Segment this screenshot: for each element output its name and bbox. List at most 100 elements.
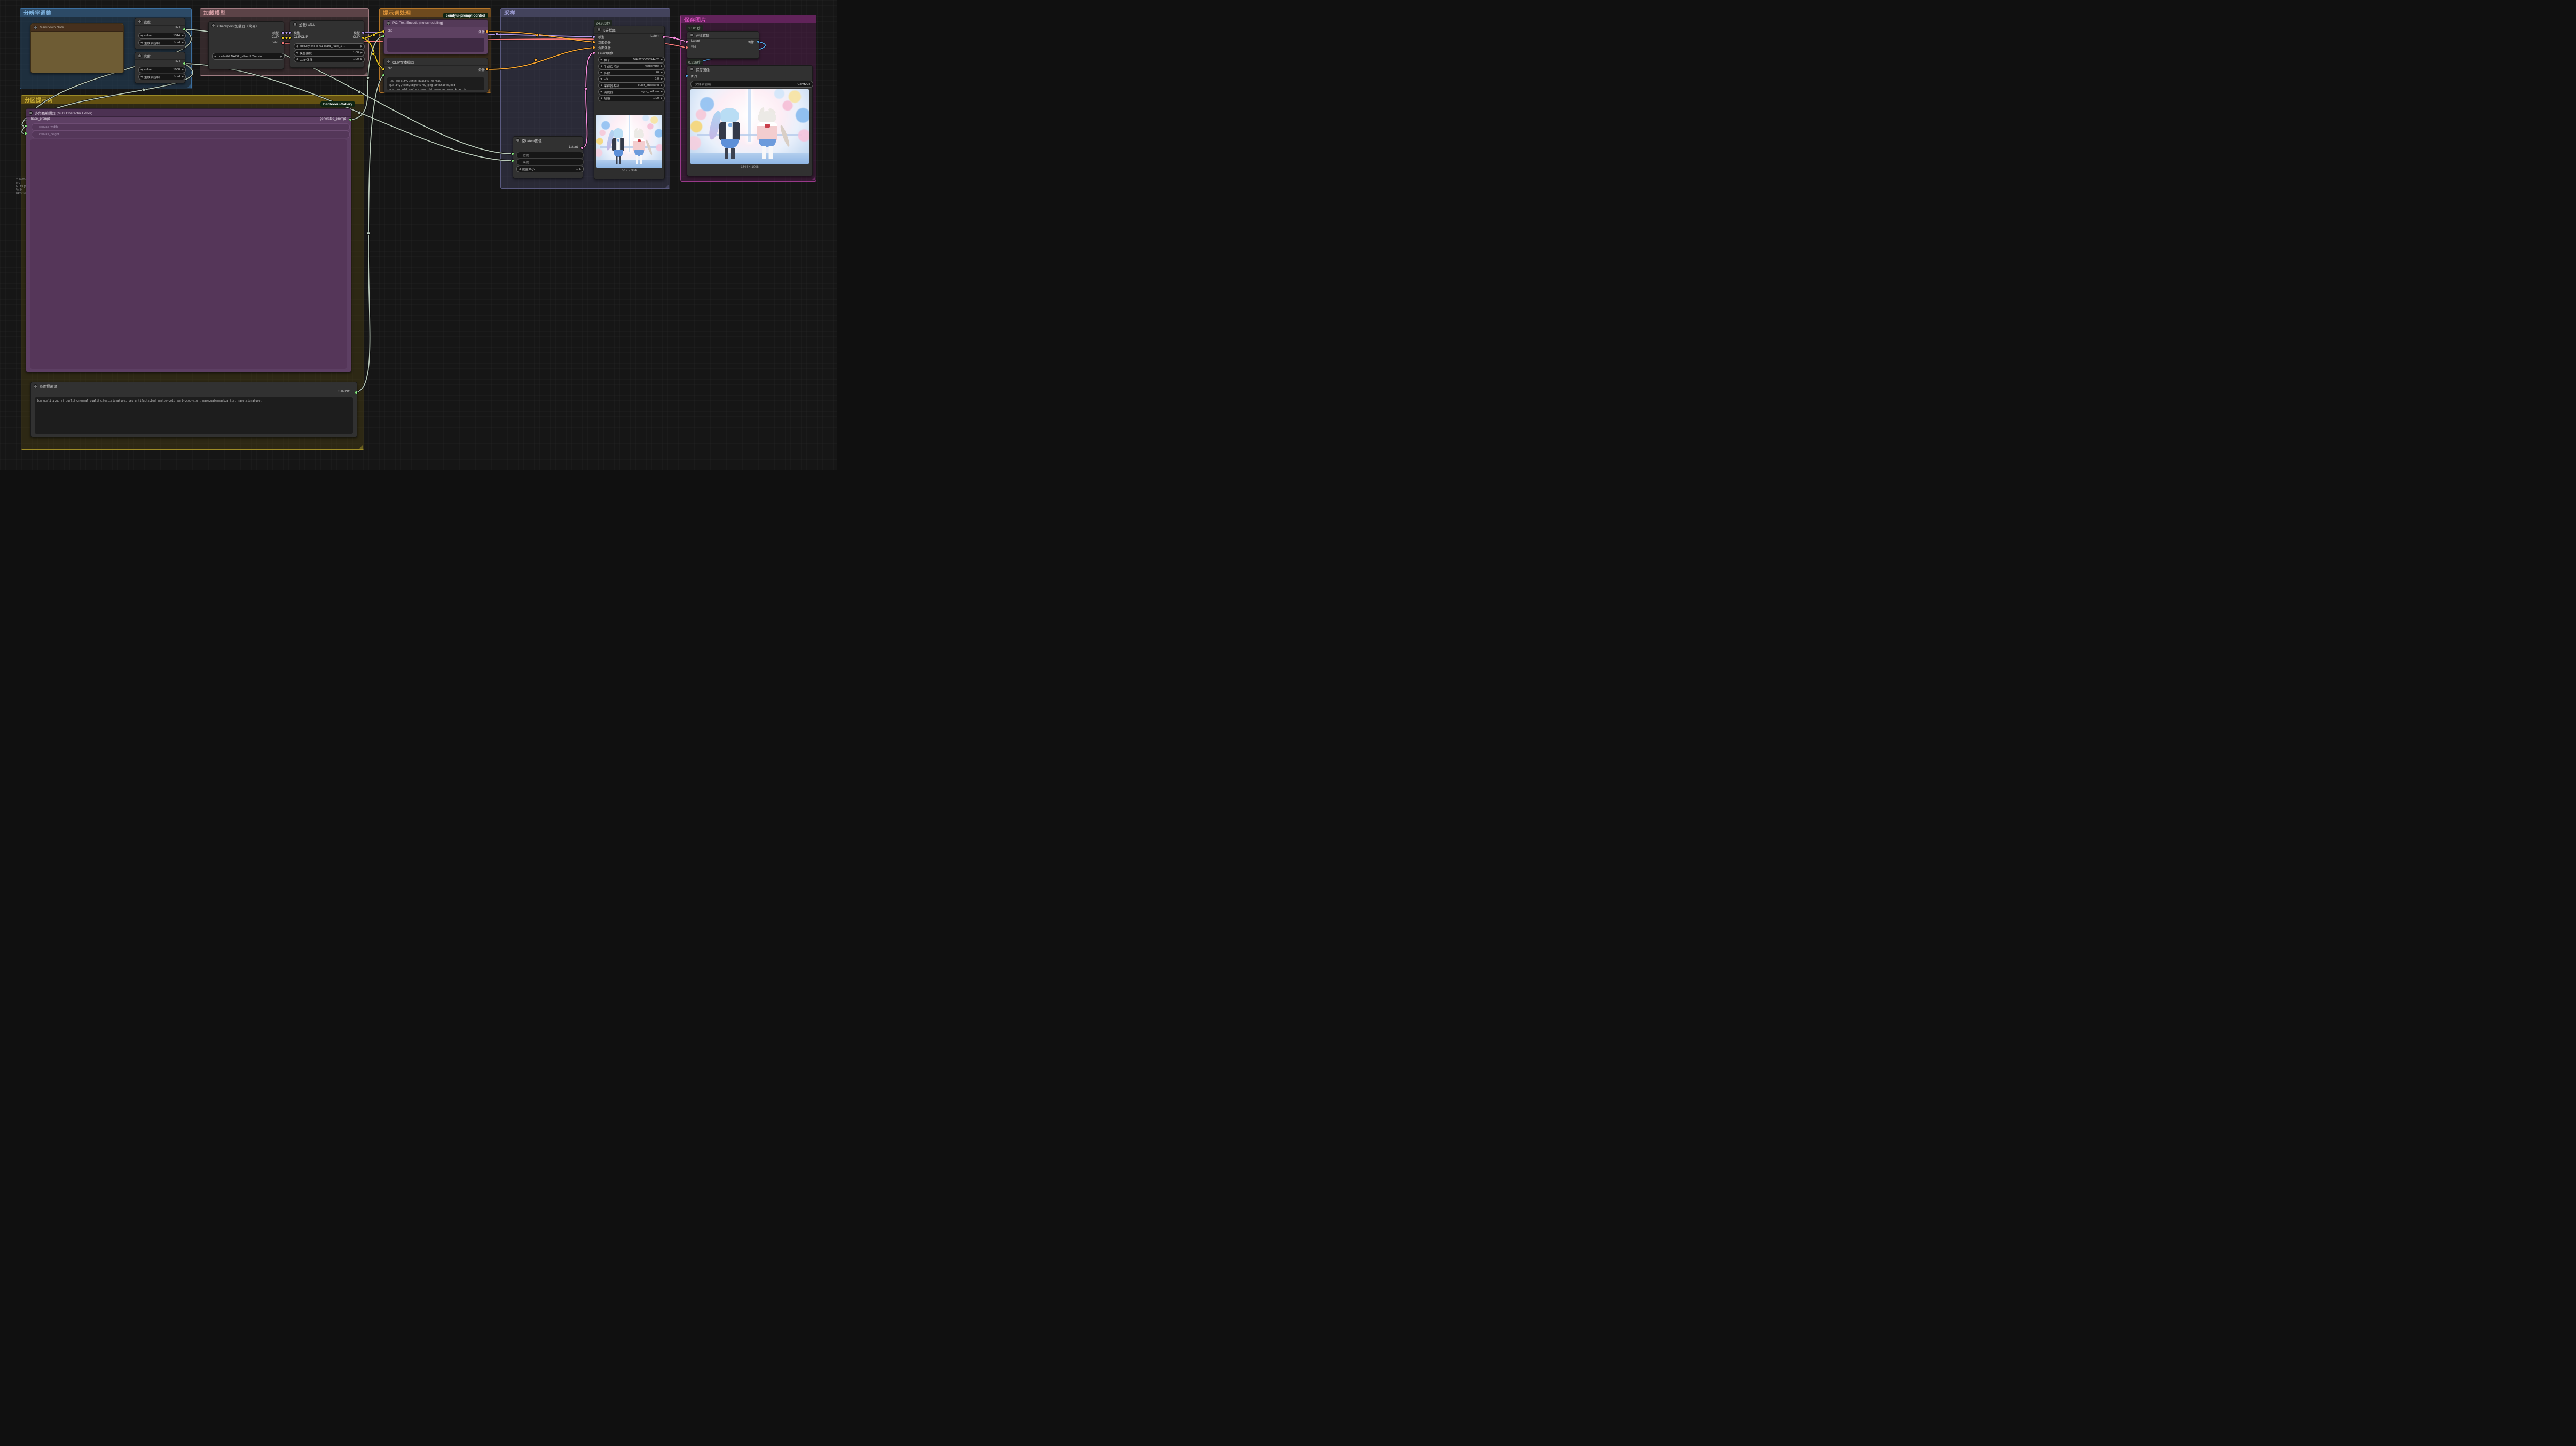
node-clip-text-encode[interactable]: CLIP文本编码 low quality,worst quality,norma… — [383, 58, 488, 93]
widget-cfg[interactable]: ◀cfg5.0▶ — [598, 76, 665, 82]
prev-arrow-icon[interactable]: ◀ — [600, 90, 602, 93]
increment-arrow-icon[interactable]: ▶ — [661, 97, 663, 100]
port-latent-input[interactable] — [592, 51, 595, 54]
negative-string-textarea[interactable]: low quality,worst quality,normal quality… — [35, 397, 353, 434]
port-vae-input[interactable] — [685, 46, 688, 49]
next-arrow-icon[interactable]: ▶ — [661, 84, 663, 87]
decrement-arrow-icon[interactable]: ◀ — [140, 68, 143, 72]
widget-control-after-generate[interactable]: ◀生成后控制fixed▶ — [138, 40, 186, 46]
decrement-arrow-icon[interactable]: ◀ — [600, 97, 602, 100]
decrement-arrow-icon[interactable]: ◀ — [600, 65, 602, 68]
port-canvas-width-input[interactable] — [24, 124, 27, 128]
port-cond-output[interactable] — [485, 68, 489, 71]
decrement-arrow-icon[interactable]: ◀ — [296, 58, 298, 61]
node-empty-latent[interactable]: 空Latent图像 宽度 高度 ◀批量大小1▶ — [513, 136, 583, 178]
widget-filename-prefix[interactable]: 文件名前缀ComfyUI — [690, 81, 813, 88]
increment-arrow-icon[interactable]: ▶ — [579, 168, 582, 171]
increment-arrow-icon[interactable]: ▶ — [182, 75, 184, 78]
collapse-dot[interactable] — [29, 111, 33, 115]
node-graph-canvas[interactable]: 分辨率调整 加载模型 提示词处理 采样 保存图片 分区提示词 T: 0.00sI… — [0, 0, 837, 470]
widget-value[interactable]: ◀value1344▶ — [138, 33, 186, 39]
widget-lora-name[interactable]: ◀sdxl\style\ill-xl-01-ibara_riato_1 ...▶ — [294, 43, 365, 50]
port-int-output[interactable] — [183, 28, 186, 31]
port-model-output[interactable] — [362, 31, 365, 34]
character-editor-canvas[interactable] — [30, 139, 347, 369]
widget-steps[interactable]: ◀步数20▶ — [598, 69, 665, 76]
collapse-dot[interactable] — [293, 22, 297, 26]
input-row-canvas-height[interactable]: canvas_height — [32, 131, 350, 138]
port-clip-input[interactable] — [288, 36, 292, 40]
port-image-input[interactable] — [685, 74, 688, 77]
next-arrow-icon[interactable]: ▶ — [280, 55, 282, 58]
node-vae-decode[interactable]: VAE解码 — [687, 31, 759, 59]
port-model-output[interactable] — [281, 31, 285, 34]
negative-textarea[interactable]: low quality,worst quality,normal quality… — [387, 77, 484, 90]
node-lora-loader[interactable]: 加载LoRA ◀sdxl\style\ill-xl-01-ibara_riato… — [290, 20, 364, 68]
node-checkpoint-loader[interactable]: Checkpoint加载器（简易） ◀noobaiXLNAIXL_vPred10… — [208, 21, 284, 69]
port-latent-output[interactable] — [580, 146, 584, 150]
increment-arrow-icon[interactable]: ▶ — [182, 34, 184, 37]
collapse-dot[interactable] — [34, 26, 37, 29]
widget-control-after-generate[interactable]: ◀生成后控制fixed▶ — [138, 74, 186, 80]
prev-arrow-icon[interactable]: ◀ — [214, 55, 216, 58]
collapse-dot[interactable] — [387, 21, 390, 25]
widget-value[interactable]: ◀value1008▶ — [138, 67, 186, 73]
increment-arrow-icon[interactable]: ▶ — [661, 58, 663, 61]
node-height[interactable]: 高度 ◀value1008▶ ◀生成后控制fixed▶ — [135, 52, 185, 83]
decrement-arrow-icon[interactable]: ◀ — [140, 75, 143, 78]
port-latent-input[interactable] — [685, 40, 688, 43]
increment-arrow-icon[interactable]: ▶ — [661, 65, 663, 68]
decrement-arrow-icon[interactable]: ◀ — [600, 77, 602, 81]
widget-sampler-name[interactable]: ◀采样器名称euler_ancestral▶ — [598, 82, 665, 89]
increment-arrow-icon[interactable]: ▶ — [661, 77, 663, 81]
widget-ckpt-name[interactable]: ◀noobaiXLNAIXL_vPred10Versio ...▶ — [212, 53, 285, 60]
increment-arrow-icon[interactable]: ▶ — [182, 68, 184, 72]
prev-arrow-icon[interactable]: ◀ — [296, 45, 298, 48]
decrement-arrow-icon[interactable]: ◀ — [296, 51, 298, 54]
widget-model-strength[interactable]: ◀模型强度1.00▶ — [294, 50, 365, 56]
port-clip-output[interactable] — [281, 36, 285, 40]
increment-arrow-icon[interactable]: ▶ — [360, 51, 363, 54]
node-width[interactable]: 宽度 ◀value1344▶ ◀生成后控制fixed▶ — [135, 18, 185, 49]
port-model-input[interactable] — [288, 31, 292, 34]
input-row-canvas-width[interactable]: canvas_width — [32, 123, 350, 131]
prev-arrow-icon[interactable]: ◀ — [600, 84, 602, 87]
port-clip-input[interactable] — [382, 30, 385, 33]
decrement-arrow-icon[interactable]: ◀ — [140, 34, 143, 37]
decrement-arrow-icon[interactable]: ◀ — [600, 58, 602, 61]
next-arrow-icon[interactable]: ▶ — [360, 45, 363, 48]
port-int-output[interactable] — [183, 62, 186, 65]
port-latent-output[interactable] — [662, 35, 665, 38]
node-pc-text-encode[interactable]: PC: Text Encode (no scheduling) — [383, 19, 488, 54]
increment-arrow-icon[interactable]: ▶ — [360, 58, 363, 61]
port-vae-output[interactable] — [281, 42, 285, 45]
collapse-dot[interactable] — [138, 20, 142, 23]
decrement-arrow-icon[interactable]: ◀ — [140, 41, 143, 44]
widget-seed[interactable]: ◀种子544728003394482▶ — [598, 57, 665, 63]
port-clip-input[interactable] — [382, 68, 385, 71]
collapse-dot[interactable] — [516, 138, 520, 142]
node-multi-character-editor[interactable]: 多角色编辑器 (Multi Character Editor) canvas_w… — [26, 108, 351, 372]
port-model-input[interactable] — [592, 35, 595, 38]
next-arrow-icon[interactable]: ▶ — [661, 90, 663, 93]
decrement-arrow-icon[interactable]: ◀ — [519, 168, 521, 171]
collapse-dot[interactable] — [211, 23, 215, 27]
collapse-dot[interactable] — [597, 28, 601, 32]
port-negative-input[interactable] — [592, 46, 595, 49]
port-generated-prompt-output[interactable] — [349, 118, 352, 121]
widget-scheduler[interactable]: ◀调度器sgm_uniform▶ — [598, 89, 665, 95]
collapse-dot[interactable] — [138, 54, 142, 58]
widget-batch-size[interactable]: ◀批量大小1▶ — [516, 166, 584, 172]
collapse-dot[interactable] — [34, 384, 37, 388]
port-width-input[interactable] — [511, 152, 514, 155]
collapse-dot[interactable] — [690, 33, 694, 37]
node-negative-prompt[interactable]: 负面提示词 low quality,worst quality,normal q… — [30, 382, 357, 437]
widget-denoise[interactable]: ◀降噪1.00▶ — [598, 95, 665, 101]
port-cond-output[interactable] — [485, 30, 489, 33]
input-row-width[interactable]: 宽度 — [516, 152, 584, 159]
increment-arrow-icon[interactable]: ▶ — [661, 71, 663, 74]
node-save-image[interactable]: 保存图像 文件名前缀ComfyUI 1344 × 1008 — [687, 65, 813, 176]
port-base-prompt-input[interactable] — [24, 118, 27, 121]
port-canvas-height-input[interactable] — [24, 132, 27, 135]
port-text-input[interactable] — [382, 35, 385, 38]
